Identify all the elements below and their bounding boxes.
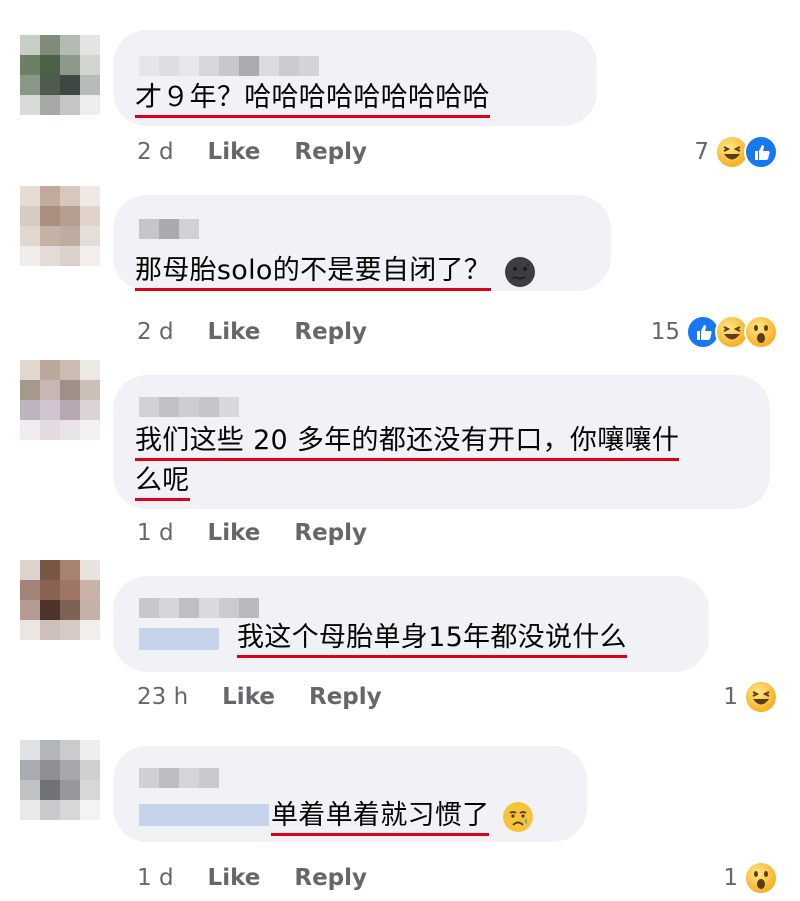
avatar[interactable] <box>20 186 100 266</box>
crying-face-emoji <box>502 801 534 833</box>
reaction-summary[interactable]: 7 <box>694 135 778 169</box>
author-name[interactable] <box>139 219 199 239</box>
reply-button[interactable]: Reply <box>294 865 367 891</box>
comment-meta: 2 d Like Reply <box>137 317 367 347</box>
timestamp[interactable]: 23 h <box>137 684 188 710</box>
wow-icon <box>744 315 778 349</box>
comment-text: 我这个母胎单身15年都没说什么 <box>237 618 627 658</box>
comment-bubble: 我们这些 20 多年的都还没有开口，你嚷嚷什 么呢 <box>113 375 770 509</box>
like-button[interactable]: Like <box>208 865 261 891</box>
reaction-count: 7 <box>694 139 709 165</box>
haha-icon <box>744 680 778 714</box>
timestamp[interactable]: 2 d <box>137 319 174 345</box>
reaction-count: 1 <box>723 684 738 710</box>
like-button[interactable]: Like <box>222 684 275 710</box>
like-icon <box>744 135 778 169</box>
reaction-count: 15 <box>650 319 680 345</box>
comment-meta: 1 d Like Reply <box>137 518 367 548</box>
author-name[interactable] <box>139 56 319 76</box>
reaction-count: 1 <box>723 865 738 891</box>
reply-button[interactable]: Reply <box>294 520 367 546</box>
comment-bubble: 才９年？哈哈哈哈哈哈哈哈哈 <box>113 30 597 126</box>
wow-icon <box>744 861 778 895</box>
timestamp[interactable]: 1 d <box>137 520 174 546</box>
reply-button[interactable]: Reply <box>309 684 382 710</box>
reply-button[interactable]: Reply <box>294 319 367 345</box>
comment-1: 才９年？哈哈哈哈哈哈哈哈哈 2 d Like Reply 7 <box>0 0 800 180</box>
comment-4: 我这个母胎单身15年都没说什么 23 h Like Reply 1 <box>0 560 800 740</box>
comment-bubble: 我这个母胎单身15年都没说什么 <box>113 576 709 672</box>
like-button[interactable]: Like <box>208 520 261 546</box>
comment-meta: 1 d Like Reply <box>137 863 367 893</box>
timestamp[interactable]: 1 d <box>137 865 174 891</box>
reaction-summary[interactable]: 15 <box>651 315 778 349</box>
comment-text-line-1: 我们这些 20 多年的都还没有开口，你嚷嚷什 <box>135 421 680 461</box>
comment-text: 单着单着就习惯了 <box>271 796 534 836</box>
comment-meta: 2 d Like Reply <box>137 137 367 167</box>
comment-bubble: 单着单着就习惯了 <box>113 746 587 842</box>
reply-button[interactable]: Reply <box>294 139 367 165</box>
like-button[interactable]: Like <box>208 319 261 345</box>
comment-5: 单着单着就习惯了 1 d Like Reply 1 <box>0 740 800 901</box>
reaction-summary[interactable]: 1 <box>723 680 778 714</box>
quoted-user-tag[interactable] <box>139 628 219 650</box>
new-moon-face-emoji <box>504 256 536 288</box>
avatar[interactable] <box>20 35 100 115</box>
author-name[interactable] <box>139 768 219 788</box>
comment-meta: 23 h Like Reply <box>137 682 382 712</box>
author-name[interactable] <box>139 397 239 417</box>
avatar[interactable] <box>20 740 100 820</box>
avatar[interactable] <box>20 360 100 440</box>
author-name[interactable] <box>139 598 259 618</box>
reaction-summary[interactable]: 1 <box>723 861 778 895</box>
comment-text-line-2: 么呢 <box>135 461 190 501</box>
like-button[interactable]: Like <box>208 139 261 165</box>
comment-3: 我们这些 20 多年的都还没有开口，你嚷嚷什 么呢 1 d Like Reply <box>0 360 800 560</box>
avatar[interactable] <box>20 560 100 640</box>
comment-2: 那母胎solo的不是要自闭了？ 2 d Like Reply 15 <box>0 180 800 360</box>
comment-bubble: 那母胎solo的不是要自闭了？ <box>113 195 611 291</box>
comment-text: 那母胎solo的不是要自闭了？ <box>135 251 536 291</box>
quoted-user-tag[interactable] <box>139 804 269 826</box>
timestamp[interactable]: 2 d <box>137 139 174 165</box>
comment-text: 才９年？哈哈哈哈哈哈哈哈哈 <box>135 78 490 118</box>
